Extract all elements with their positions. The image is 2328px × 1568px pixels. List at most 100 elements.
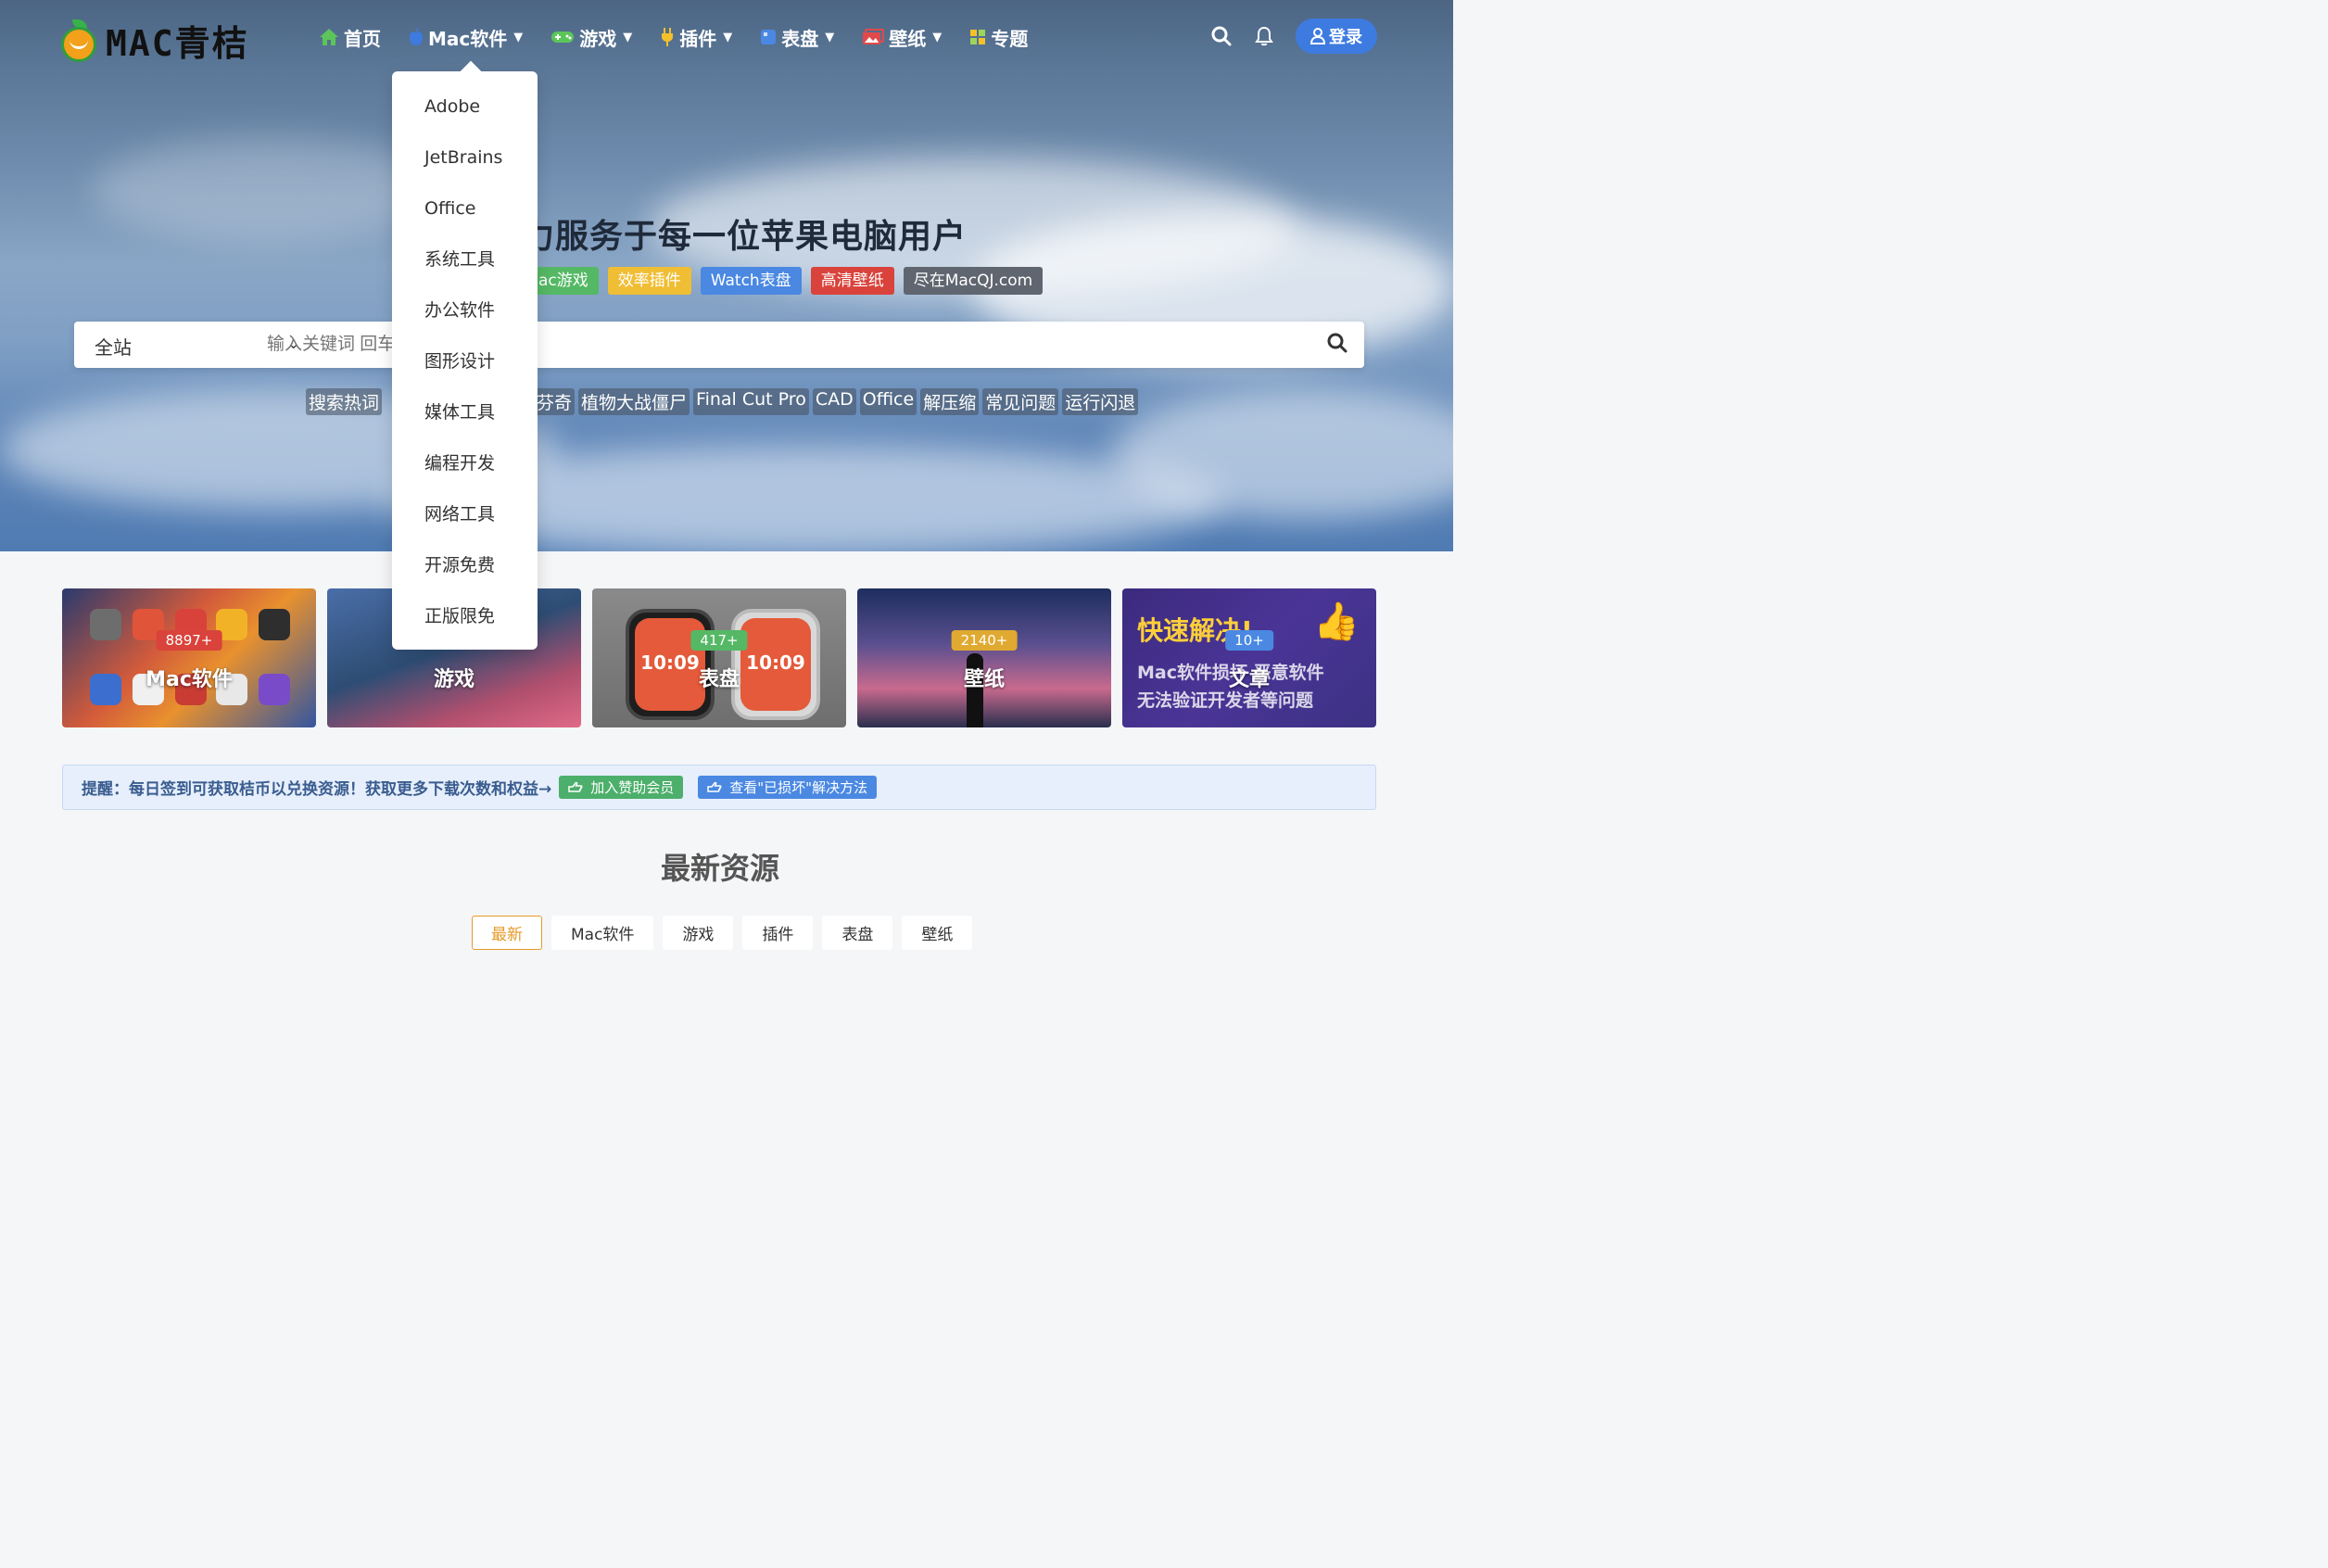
notifications-button[interactable] [1253,25,1275,47]
nav-item-label: 壁纸 [889,27,927,50]
nav-item-label: 游戏 [579,27,617,50]
hero-title: 全力服务于每一位苹果电脑用户 [486,218,967,256]
hotword-link[interactable]: Office [859,388,917,415]
nav-item-topics[interactable]: 专题 [969,22,1028,52]
hero-banner: MAC青桔 首页 Mac软件 ▼ 游戏 ▼ 插件 ▼ 表盘 ▼ 壁纸 ▼ 专题 … [0,0,1453,551]
hotword-link[interactable]: 常见问题 [982,388,1059,415]
thumbs-up-icon: 👍 [1313,601,1360,643]
category-card-articles[interactable]: 快速解决! 👍 Mac软件损坏 恶意软件 无法验证开发者等问题 10+ 文章 [1122,588,1376,727]
nav-item-home[interactable]: 首页 [319,22,381,52]
search-submit-button[interactable] [1327,333,1347,359]
resource-filter-tabs: 最新 Mac软件 游戏 插件 表盘 壁纸 [472,916,973,950]
dropdown-item[interactable]: 办公软件 [392,288,538,339]
category-label: 表盘 [698,668,740,691]
nav-item-watchfaces[interactable]: 表盘 ▼ [760,22,834,52]
tab-wallpapers[interactable]: 壁纸 [902,916,973,950]
view-fix-label: 查看"已损坏"解决方法 [729,779,868,796]
section-title: 最新资源 [660,851,779,886]
nav-item-games[interactable]: 游戏 ▼ [550,22,632,52]
search-button[interactable] [1210,25,1233,47]
dropdown-item[interactable]: Adobe [392,84,538,135]
hotword-link[interactable]: Final Cut Pro [693,388,809,415]
hotword-link[interactable]: 运行闪退 [1062,388,1139,415]
hero-tag[interactable]: 尽在MacQJ.com [903,267,1044,295]
tab-watchfaces[interactable]: 表盘 [822,916,893,950]
dropdown-item[interactable]: 正版限免 [392,594,538,645]
chevron-down-icon: ▼ [623,30,633,44]
nav-item-label: 首页 [344,27,381,50]
watch-icon [761,30,777,44]
dropdown-item[interactable]: Office [392,186,538,237]
mac-software-dropdown: Adobe JetBrains Office 系统工具 办公软件 图形设计 媒体… [392,71,538,650]
hotword-link[interactable]: 解压缩 [920,388,980,415]
plug-icon [662,28,674,46]
hotword-link[interactable]: 植物大战僵尸 [578,388,690,415]
login-label: 登录 [1329,28,1362,47]
hotwords-label: 搜索热词 [306,388,383,415]
grid-icon [970,30,986,44]
category-label: 游戏 [433,668,474,691]
hero-tags: ac游戏 效率插件 Watch表盘 高清壁纸 尽在MacQJ.com [0,267,1453,295]
chevron-down-icon: ▼ [932,30,943,44]
hero-tag[interactable]: ac游戏 [528,267,599,295]
join-member-button[interactable]: 加入赞助会员 [559,776,684,799]
dropdown-item[interactable]: 图形设计 [392,339,538,390]
tab-latest[interactable]: 最新 [472,916,542,950]
dropdown-item[interactable]: JetBrains [392,135,538,186]
category-card-mac-software[interactable]: 8897+ Mac软件 [62,588,316,727]
app-icon [259,609,290,640]
count-badge: 8897+ [156,630,222,651]
tab-mac-software[interactable]: Mac软件 [551,916,654,950]
category-card-watchfaces[interactable]: 10:09 10:09 417+ 表盘 [592,588,846,727]
app-icon [90,609,121,640]
count-badge: 417+ [690,630,748,651]
dropdown-item[interactable]: 系统工具 [392,237,538,288]
top-navbar: MAC青桔 首页 Mac软件 ▼ 游戏 ▼ 插件 ▼ 表盘 ▼ 壁纸 ▼ 专题 … [0,0,1453,74]
category-cards: 8897+ Mac软件 游戏 10:09 10:09 417+ 表盘 2140+… [62,588,1376,727]
nav-item-label: 表盘 [781,27,819,50]
view-fix-button[interactable]: 查看"已损坏"解决方法 [698,776,878,799]
dropdown-item[interactable]: 开源免费 [392,543,538,594]
hotword-link[interactable]: 芬奇 [534,388,576,415]
main-menu: 首页 Mac软件 ▼ 游戏 ▼ 插件 ▼ 表盘 ▼ 壁纸 ▼ 专题 [319,22,1056,52]
hero-tag[interactable]: Watch表盘 [700,267,802,295]
category-label: Mac软件 [146,668,233,691]
join-member-label: 加入赞助会员 [590,779,675,796]
chevron-down-icon: ▼ [825,30,835,44]
hand-point-icon [707,781,722,792]
bell-icon [1255,26,1273,46]
search-icon [1211,26,1232,46]
category-card-wallpapers[interactable]: 2140+ 壁纸 [857,588,1111,727]
nav-item-label: 专题 [991,27,1029,50]
nav-item-label: 插件 [679,27,717,50]
count-badge: 2140+ [951,630,1018,651]
hot-keywords: 搜索热词 芬奇 植物大战僵尸 Final Cut Pro CAD Office … [0,388,1453,415]
hotword-link[interactable]: CAD [812,388,856,415]
apple-icon [410,28,423,45]
hand-point-icon [568,781,583,792]
dropdown-item[interactable]: 网络工具 [392,492,538,543]
site-logo[interactable]: MAC青桔 [61,15,249,66]
dropdown-item[interactable]: 媒体工具 [392,390,538,441]
search-bar: 全站 ⌄ [74,322,1364,368]
search-scope-select[interactable]: 全站 [95,333,132,360]
tab-games[interactable]: 游戏 [663,916,734,950]
orange-logo-icon [61,19,96,62]
nav-item-mac-software[interactable]: Mac软件 ▼ [409,22,523,52]
nav-item-label: Mac软件 [428,27,508,50]
notice-bar: 提醒：每日签到可获取桔币以兑换资源！获取更多下载次数和权益→ 加入赞助会员 查看… [62,765,1376,810]
tab-plugins[interactable]: 插件 [742,916,814,950]
gamepad-icon [551,32,575,43]
wallpaper-icon [863,29,885,44]
dropdown-item[interactable]: 编程开发 [392,441,538,492]
chevron-down-icon: ▼ [723,30,733,44]
nav-item-wallpapers[interactable]: 壁纸 ▼ [862,22,942,52]
nav-item-plugins[interactable]: 插件 ▼ [660,22,732,52]
search-icon [1327,333,1347,353]
logo-text: MAC青桔 [106,23,249,64]
login-button[interactable]: 登录 [1296,19,1377,54]
notice-text: 提醒：每日签到可获取桔币以兑换资源！获取更多下载次数和权益→ [82,780,552,799]
hero-tag[interactable]: 高清壁纸 [810,267,894,295]
count-badge: 10+ [1225,630,1273,651]
hero-tag[interactable]: 效率插件 [607,267,691,295]
